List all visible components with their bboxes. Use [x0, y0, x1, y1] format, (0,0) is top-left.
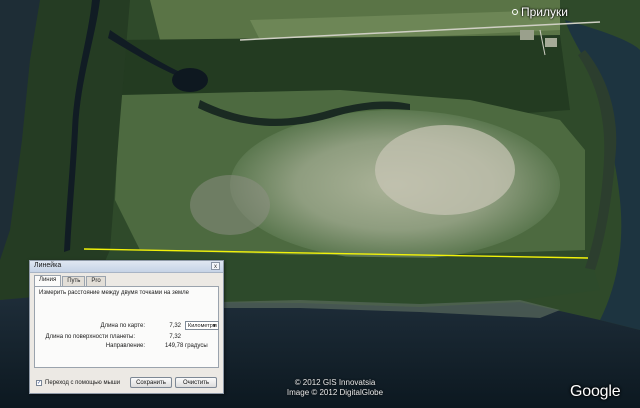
- map-length-value: 7,32: [169, 323, 181, 329]
- ground-length-value: 7,32: [169, 334, 181, 340]
- clear-button[interactable]: Очистить: [175, 377, 217, 388]
- save-button[interactable]: Сохранить: [130, 377, 172, 388]
- dialog-titlebar[interactable]: Линейка x: [30, 261, 223, 273]
- tab-line[interactable]: Линия: [34, 275, 62, 286]
- dialog-footer: ✓ Переход с помощью мыши Сохранить Очист…: [34, 377, 219, 389]
- mouse-nav-checkbox[interactable]: ✓: [36, 380, 42, 386]
- close-button[interactable]: x: [211, 262, 220, 270]
- dialog-tabs: Линия Путь Pro: [34, 275, 107, 286]
- google-logo: Google: [570, 383, 621, 400]
- line-tab-panel: Измерить расстояние между двумя точками …: [34, 286, 219, 368]
- place-marker[interactable]: Прилуки: [512, 5, 568, 19]
- chevron-down-icon: ▼: [212, 323, 217, 329]
- heading-value: 149,78 градусы: [165, 343, 208, 349]
- units-dropdown[interactable]: Километры ▼: [185, 321, 219, 330]
- instruction-text: Измерить расстояние между двумя точками …: [39, 290, 190, 296]
- place-pin-icon: [512, 9, 518, 15]
- tab-pro[interactable]: Pro: [86, 276, 106, 286]
- ground-length-label: Длина по поверхности планеты:: [45, 334, 135, 340]
- map-length-label: Длина по карте:: [100, 323, 145, 329]
- place-label[interactable]: Прилуки: [521, 5, 568, 19]
- ruler-dialog: Линейка x Линия Путь Pro Измерить рассто…: [29, 260, 224, 394]
- tab-path[interactable]: Путь: [62, 276, 86, 286]
- dialog-title: Линейка: [34, 262, 62, 269]
- mouse-nav-label[interactable]: Переход с помощью мыши: [45, 380, 120, 386]
- heading-label: Направление:: [105, 343, 145, 349]
